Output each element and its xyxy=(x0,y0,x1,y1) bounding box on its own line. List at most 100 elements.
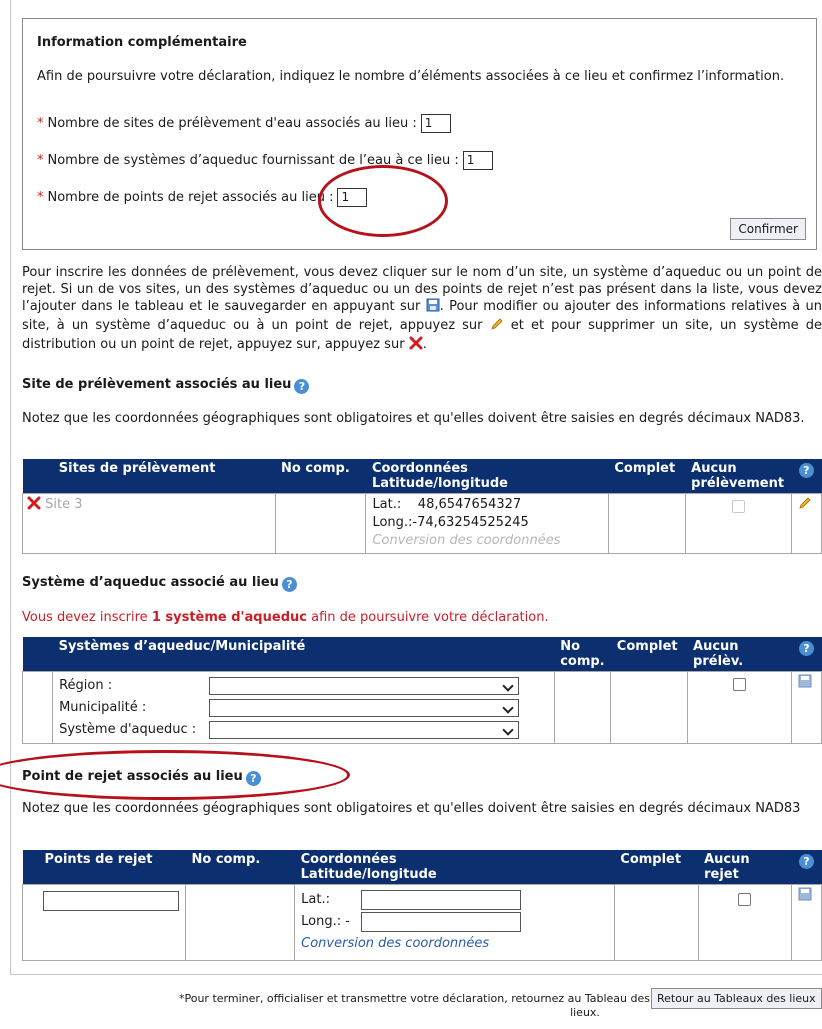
delete-x-icon[interactable] xyxy=(27,496,41,514)
info-description: Afin de poursuivre votre déclaration, in… xyxy=(37,69,785,84)
help-icon[interactable]: ? xyxy=(245,771,261,786)
field-sites-count: * Nombre de sites de prélèvement d'eau as… xyxy=(37,114,451,133)
header-none-2: rejet xyxy=(704,867,739,882)
table-row: Site 3 Lat.: 48,6547654327 Long.:-74,632… xyxy=(22,493,822,554)
site-table-header: Sites de prélèvement No comp. Coordonnée… xyxy=(22,459,822,494)
region-select[interactable] xyxy=(209,676,520,695)
long-label: Long.: xyxy=(372,515,413,530)
discharge-section-title-text: Point de rejet associés au lieu xyxy=(22,769,243,784)
long-label: Long.: - xyxy=(301,914,350,929)
edit-pencil-icon[interactable] xyxy=(798,497,812,514)
coordinate-conversion-link[interactable]: Conversion des coordonnées xyxy=(372,533,560,548)
coordinate-conversion-link[interactable]: Conversion des coordonnées xyxy=(301,933,608,955)
aqueduct-section-title-text: Système d’aqueduc associé au lieu xyxy=(22,575,279,590)
warning-pre: Vous devez inscrire xyxy=(22,610,148,625)
instructions-text-4: . xyxy=(422,337,427,352)
sites-count-input[interactable]: 1 xyxy=(420,114,451,133)
long-value: -74,63254525245 xyxy=(412,515,529,530)
help-icon[interactable]: ? xyxy=(294,379,310,394)
header-none-1: Aucun xyxy=(691,461,737,476)
header-coords: Coordonnées Latitude/longitude xyxy=(365,459,609,494)
discharge-section-note: Notez que les coordonnées géographiques … xyxy=(22,801,801,816)
field-aqueduct-count: * Nombre de systèmes d’aqueduc fournissan… xyxy=(37,151,493,170)
edit-pencil-icon xyxy=(490,317,504,336)
discharge-count-input[interactable]: 1 xyxy=(337,188,368,207)
warning-bold: 1 système d'aqueduc xyxy=(151,610,307,625)
municipality-select[interactable] xyxy=(209,698,520,717)
site-coords-cell: Lat.: 48,6547654327 Long.:-74,6325452524… xyxy=(365,493,609,554)
lat-label: Lat.: xyxy=(372,497,402,512)
header-comp-2: comp. xyxy=(560,654,605,669)
system-row: Système d'aqueduc : xyxy=(59,719,548,741)
table-row: Lat.: Long.: - Conversion des coordonnée… xyxy=(22,884,822,961)
header-coords-2: Latitude/longitude xyxy=(300,867,437,882)
discharge-save-cell xyxy=(791,884,822,961)
site-section-title: Site de prélèvement associés au lieu? xyxy=(22,377,310,394)
header-comp: No comp. xyxy=(554,637,611,672)
save-icon[interactable] xyxy=(798,887,812,905)
discharge-name-input[interactable] xyxy=(43,891,179,911)
aqueduct-save-cell xyxy=(790,671,822,744)
aqueduct-comp-cell xyxy=(553,671,612,744)
header-none-1: Aucun xyxy=(693,639,739,654)
footer-text: *Pour terminer, officialiser et transmet… xyxy=(120,992,650,1020)
field-label: Nombre de points de rejet associés au li… xyxy=(47,190,334,205)
region-row: Région : xyxy=(59,675,548,697)
discharge-none-cell xyxy=(697,884,793,961)
return-to-locations-button[interactable]: Retour au Tableaux des lieux xyxy=(651,988,822,1009)
header-complete: Complet xyxy=(614,850,699,885)
header-complete: Complet xyxy=(610,637,688,672)
required-mark: * xyxy=(37,190,44,205)
help-icon[interactable]: ? xyxy=(798,641,814,656)
help-icon[interactable]: ? xyxy=(799,854,814,869)
header-none: Aucun prélèvement xyxy=(685,459,792,494)
latitude-input[interactable] xyxy=(361,889,522,910)
site-complete-cell xyxy=(607,493,686,554)
header-discharge: Points de rejet xyxy=(22,850,186,885)
discharge-section-title: Point de rejet associés au lieu? xyxy=(22,769,261,786)
aqueduct-warning: Vous devez inscrire 1 système d'aqueduc … xyxy=(22,610,549,625)
discharge-comp-cell xyxy=(184,884,296,961)
no-withdrawal-checkbox[interactable] xyxy=(732,678,746,691)
footer-text-1: *Pour terminer, officialiser et transmet… xyxy=(178,992,650,1005)
header-coords-2: Latitude/longitude xyxy=(371,476,508,491)
long-row: Long.: - xyxy=(301,911,608,933)
header-comp: No comp. xyxy=(185,850,295,885)
aqueduct-blank-cell xyxy=(21,671,54,744)
longitude-input[interactable] xyxy=(361,911,522,932)
no-discharge-checkbox[interactable] xyxy=(738,893,752,906)
header-coords-1: Coordonnées xyxy=(300,852,397,867)
aqueduct-complete-cell xyxy=(610,671,688,744)
no-withdrawal-checkbox[interactable] xyxy=(731,500,745,513)
site-comp-cell xyxy=(274,493,367,554)
system-label: Système d'aqueduc : xyxy=(59,722,197,737)
field-label: Nombre de sites de prélèvement d'eau ass… xyxy=(47,116,417,131)
header-comp: No comp. xyxy=(275,459,366,494)
aqueduct-count-input[interactable]: 1 xyxy=(462,151,493,170)
header-complete: Complet xyxy=(608,459,686,494)
aqueduct-table-header: Systèmes d’aqueduc/Municipalité No comp. … xyxy=(22,637,822,672)
aqueduct-none-cell xyxy=(686,671,792,744)
site-name-link[interactable]: Site 3 xyxy=(45,497,82,512)
frame-border-left xyxy=(10,0,11,975)
municipality-label: Municipalité : xyxy=(59,700,147,715)
frame-border-bottom xyxy=(10,974,822,975)
required-mark: * xyxy=(37,153,44,168)
site-name-cell: Site 3 xyxy=(22,493,276,554)
field-label: Nombre de systèmes d’aqueduc fournissant… xyxy=(47,153,459,168)
confirm-button[interactable]: Confirmer xyxy=(730,218,806,240)
table-row: Région : Municipalité : Système d'aquedu… xyxy=(21,671,822,744)
aqueduct-table: Systèmes d’aqueduc/Municipalité No comp. … xyxy=(21,637,822,744)
header-comp-1: No xyxy=(560,639,580,654)
header-coords-1: Coordonnées xyxy=(371,461,468,476)
info-title: Information complémentaire xyxy=(37,35,247,50)
save-icon[interactable] xyxy=(798,674,812,692)
help-icon[interactable]: ? xyxy=(798,463,814,478)
header-none: Aucun prélèv. xyxy=(687,637,792,672)
system-select[interactable] xyxy=(209,720,520,739)
aqueduct-selects-cell: Région : Municipalité : Système d'aquedu… xyxy=(52,671,555,744)
discharge-complete-cell xyxy=(613,884,699,961)
help-icon[interactable]: ? xyxy=(281,577,297,592)
header-none-2: prélèvement xyxy=(691,476,785,491)
discharge-table-header: Points de rejet No comp. Coordonnées Lati… xyxy=(22,850,822,885)
